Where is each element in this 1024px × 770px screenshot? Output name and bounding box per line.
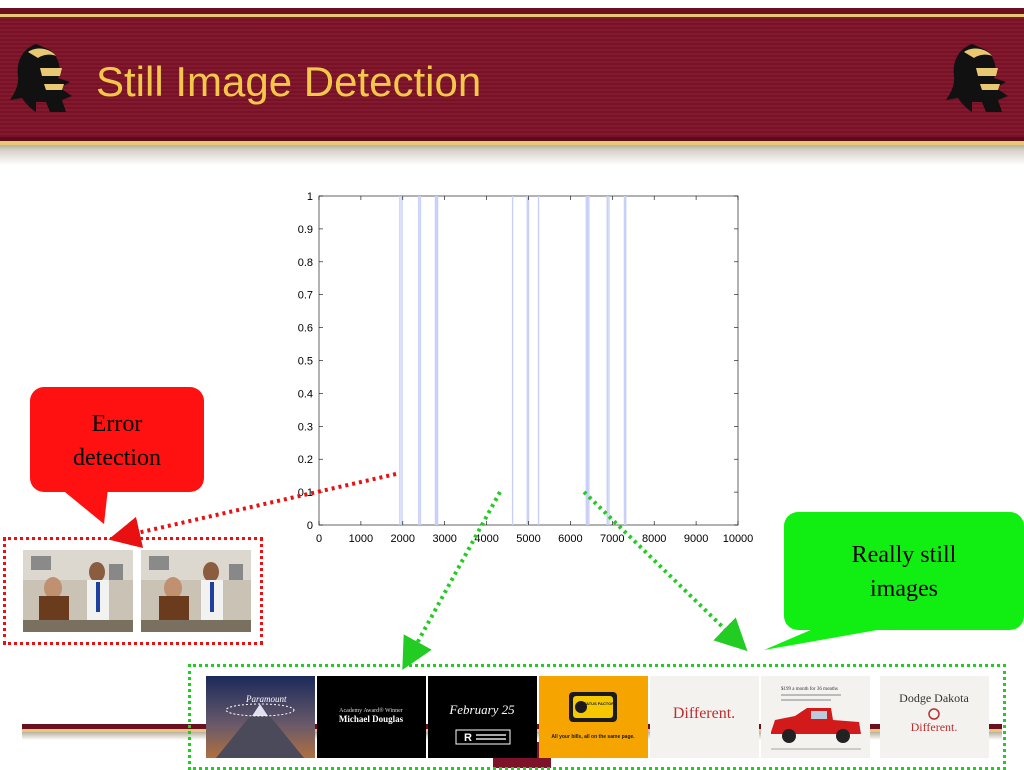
still-frame-paramount: Paramount xyxy=(206,676,315,758)
douglas-card-line2: Michael Douglas xyxy=(339,714,404,724)
still-frame-dodge-dakota: Dodge Dakota Different. xyxy=(880,676,989,758)
paramount-logo-thumbnail: Paramount xyxy=(206,676,315,758)
february-card-line1: February 25 xyxy=(448,702,515,717)
still-frame-february: February 25 R xyxy=(428,676,537,758)
svg-text:Paramount: Paramount xyxy=(245,694,287,704)
still-arrow-left xyxy=(402,491,502,671)
douglas-card-line1: Academy Award® Winner xyxy=(339,707,403,714)
dodge-ad-tagline: Different. xyxy=(911,720,958,734)
error-arrow xyxy=(108,472,397,549)
seinfeld-scene-thumbnail xyxy=(141,550,251,632)
status-factory-tagline: All your bills, all on the same page. xyxy=(551,734,635,740)
white-ad-thumbnail: Dodge Dakota Different. xyxy=(880,676,989,758)
red-truck-ad-thumbnail: $199 a month for 36 months xyxy=(761,676,870,758)
truck-ad-price: $199 a month for 36 months xyxy=(781,687,838,692)
yellow-ad-thumbnail: STATUS FACTORY All your bills, all on th… xyxy=(539,676,648,758)
still-frame-different: Different. xyxy=(650,676,759,758)
error-frame-2 xyxy=(141,550,251,632)
different-ad-text: Different. xyxy=(673,705,735,722)
black-title-card-thumbnail: February 25 R xyxy=(428,676,537,758)
status-factory-logo-text: STATUS FACTORY xyxy=(581,701,617,706)
dodge-ad-title: Dodge Dakota xyxy=(899,691,969,705)
white-ad-thumbnail: Different. xyxy=(650,676,759,758)
still-frame-truck: $199 a month for 36 months xyxy=(761,676,870,758)
seinfeld-scene-thumbnail xyxy=(23,550,133,632)
still-frame-douglas: Academy Award® Winner Michael Douglas xyxy=(317,676,426,758)
still-frame-status-factory: STATUS FACTORY All your bills, all on th… xyxy=(539,676,648,758)
still-arrow-right xyxy=(582,490,748,652)
black-title-card-thumbnail: Academy Award® Winner Michael Douglas xyxy=(317,676,426,758)
february-card-rating: R xyxy=(464,732,472,744)
error-frame-1 xyxy=(23,550,133,632)
connector-arrows xyxy=(108,472,748,671)
